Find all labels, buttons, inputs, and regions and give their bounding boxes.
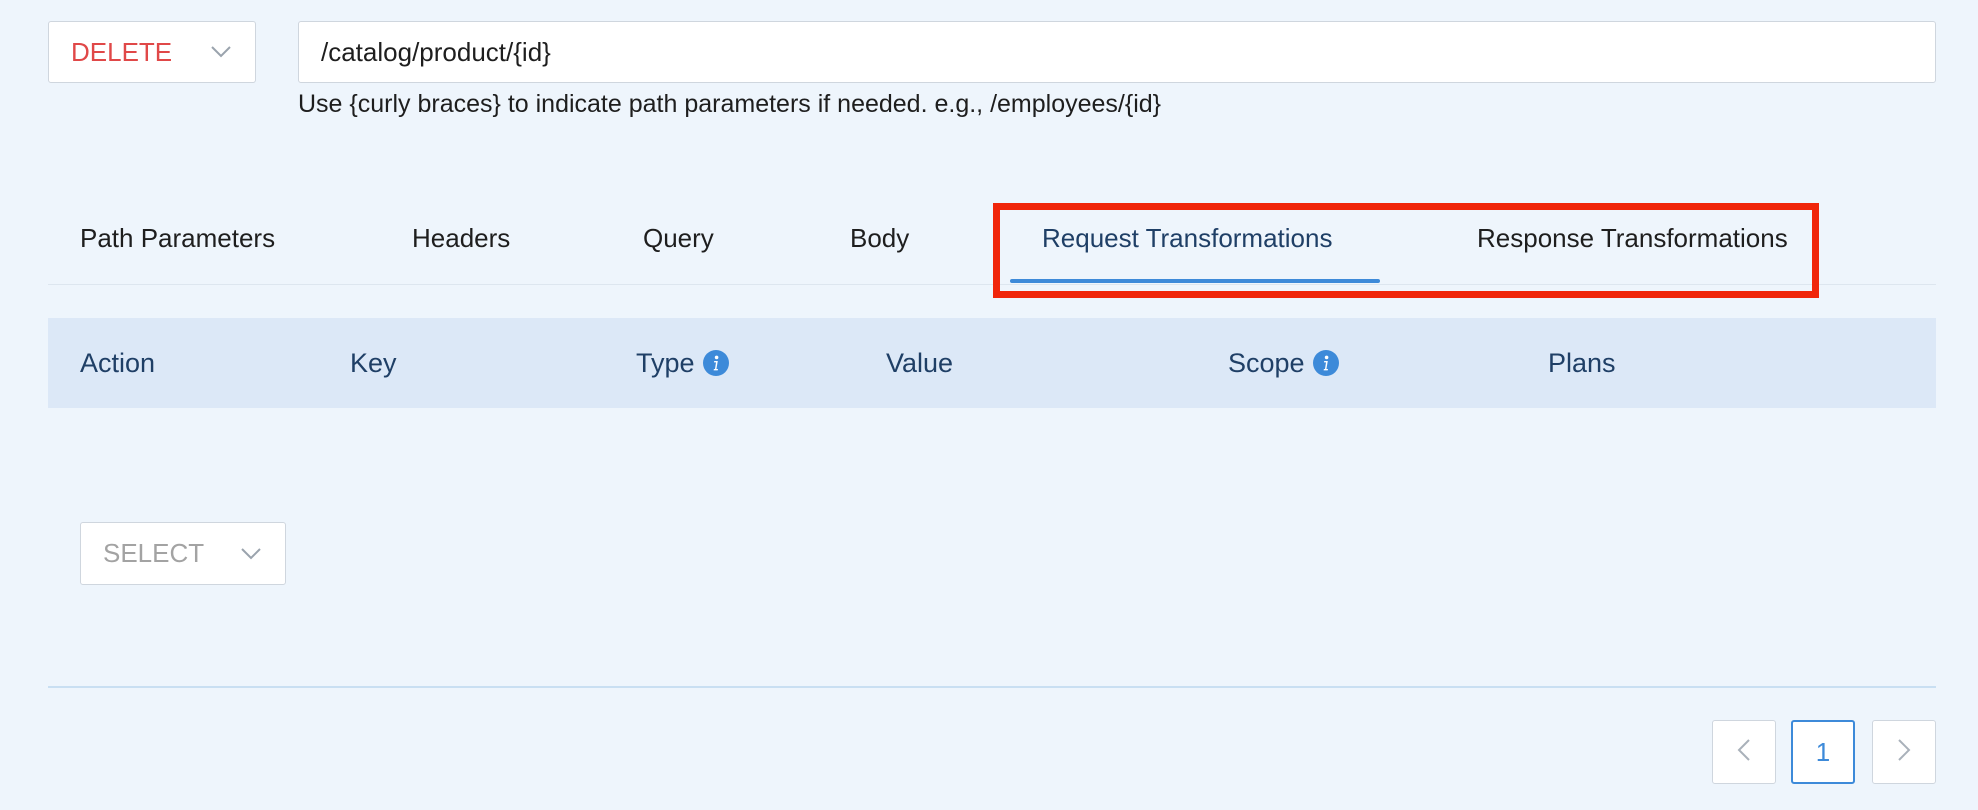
path-hint-text: Use {curly braces} to indicate path para… [298, 90, 1162, 118]
pagination-page-button[interactable]: 1 [1791, 720, 1855, 784]
chevron-right-icon [1897, 737, 1911, 768]
column-header-plans: Plans [1548, 318, 1616, 408]
info-icon[interactable] [702, 350, 729, 376]
table-header: Action Key Type Value Scope Plans [48, 318, 1936, 408]
pagination-prev-button[interactable] [1712, 720, 1776, 784]
column-header-scope: Scope [1228, 318, 1339, 408]
column-header-label: Scope [1228, 347, 1305, 378]
pagination-next-button[interactable] [1872, 720, 1936, 784]
column-header-key: Key [350, 318, 397, 408]
info-icon[interactable] [1312, 350, 1339, 376]
column-header-action: Action [80, 318, 155, 408]
http-method-value: DELETE [71, 36, 173, 67]
tab-path-parameters[interactable]: Path Parameters [80, 206, 275, 284]
action-select-placeholder: SELECT [103, 538, 205, 568]
column-header-label: Value [886, 347, 954, 378]
tab-headers[interactable]: Headers [412, 206, 510, 284]
section-divider [48, 686, 1936, 688]
column-header-label: Action [80, 347, 156, 378]
chevron-down-icon [239, 542, 263, 566]
chevron-left-icon [1737, 737, 1751, 768]
tab-body[interactable]: Body [850, 206, 909, 284]
column-header-type: Type [636, 318, 729, 408]
column-header-label: Type [636, 347, 695, 378]
action-select[interactable]: SELECT [80, 522, 286, 585]
tab-query[interactable]: Query [643, 206, 714, 284]
http-method-select[interactable]: DELETE [48, 21, 256, 83]
pagination-page-number: 1 [1815, 736, 1831, 767]
resource-path-input[interactable] [298, 21, 1936, 83]
highlight-annotation [993, 203, 1819, 298]
column-header-label: Plans [1548, 347, 1616, 378]
column-header-value: Value [886, 318, 953, 408]
column-header-label: Key [350, 347, 397, 378]
chevron-down-icon [209, 40, 233, 64]
